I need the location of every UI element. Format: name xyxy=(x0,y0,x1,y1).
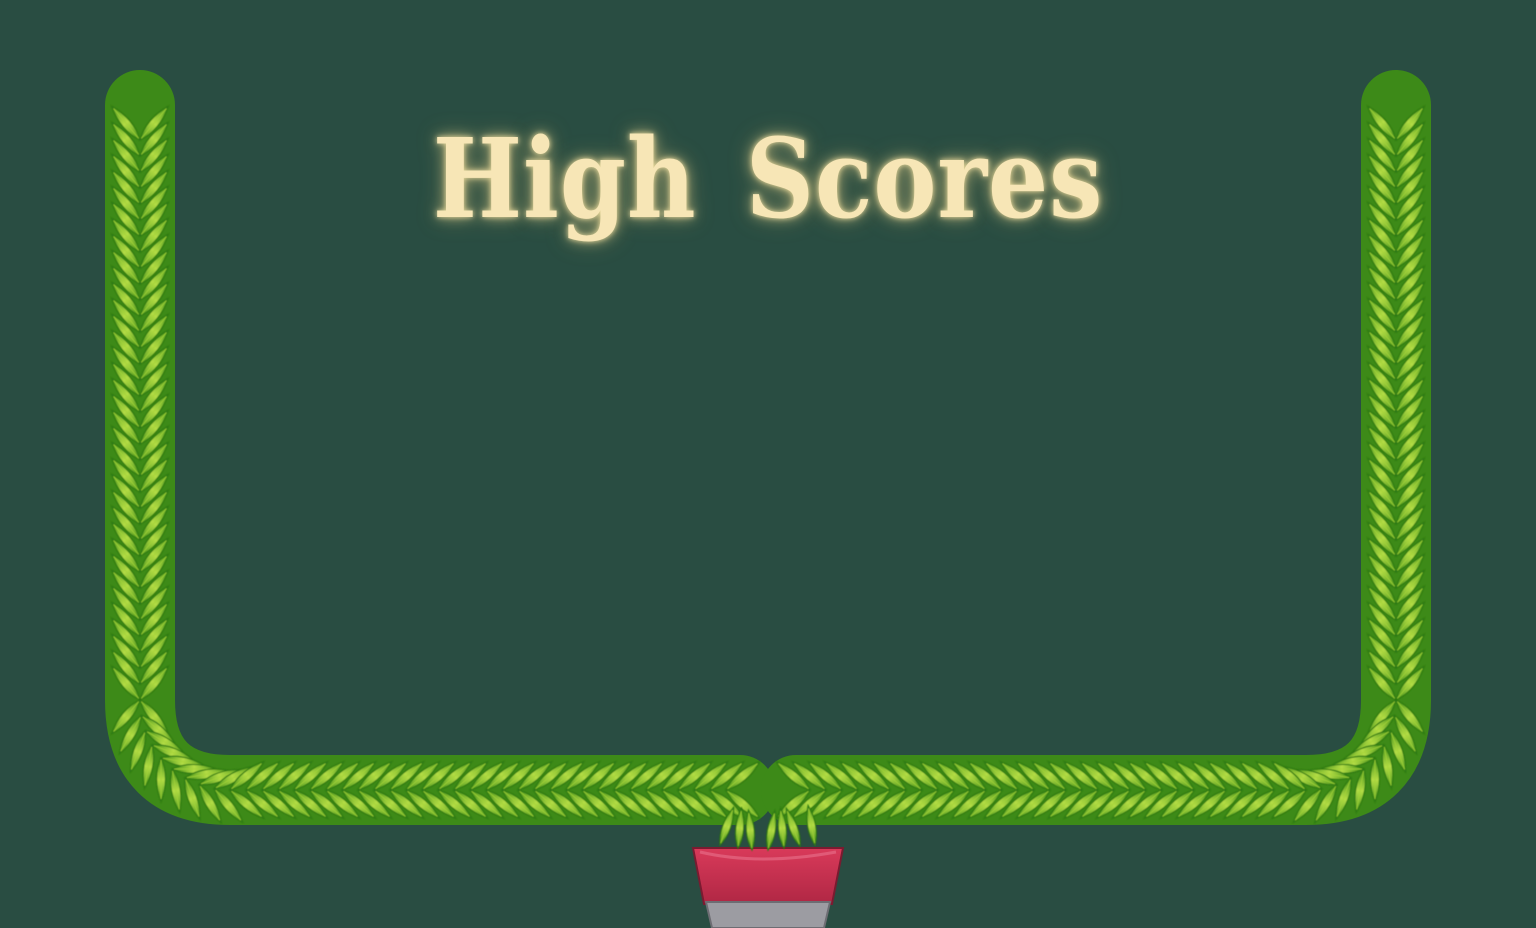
page-title: High Scores xyxy=(432,114,1104,243)
plant-pot-icon xyxy=(691,847,845,928)
high-scores-screen: High Scores xyxy=(0,0,1536,928)
